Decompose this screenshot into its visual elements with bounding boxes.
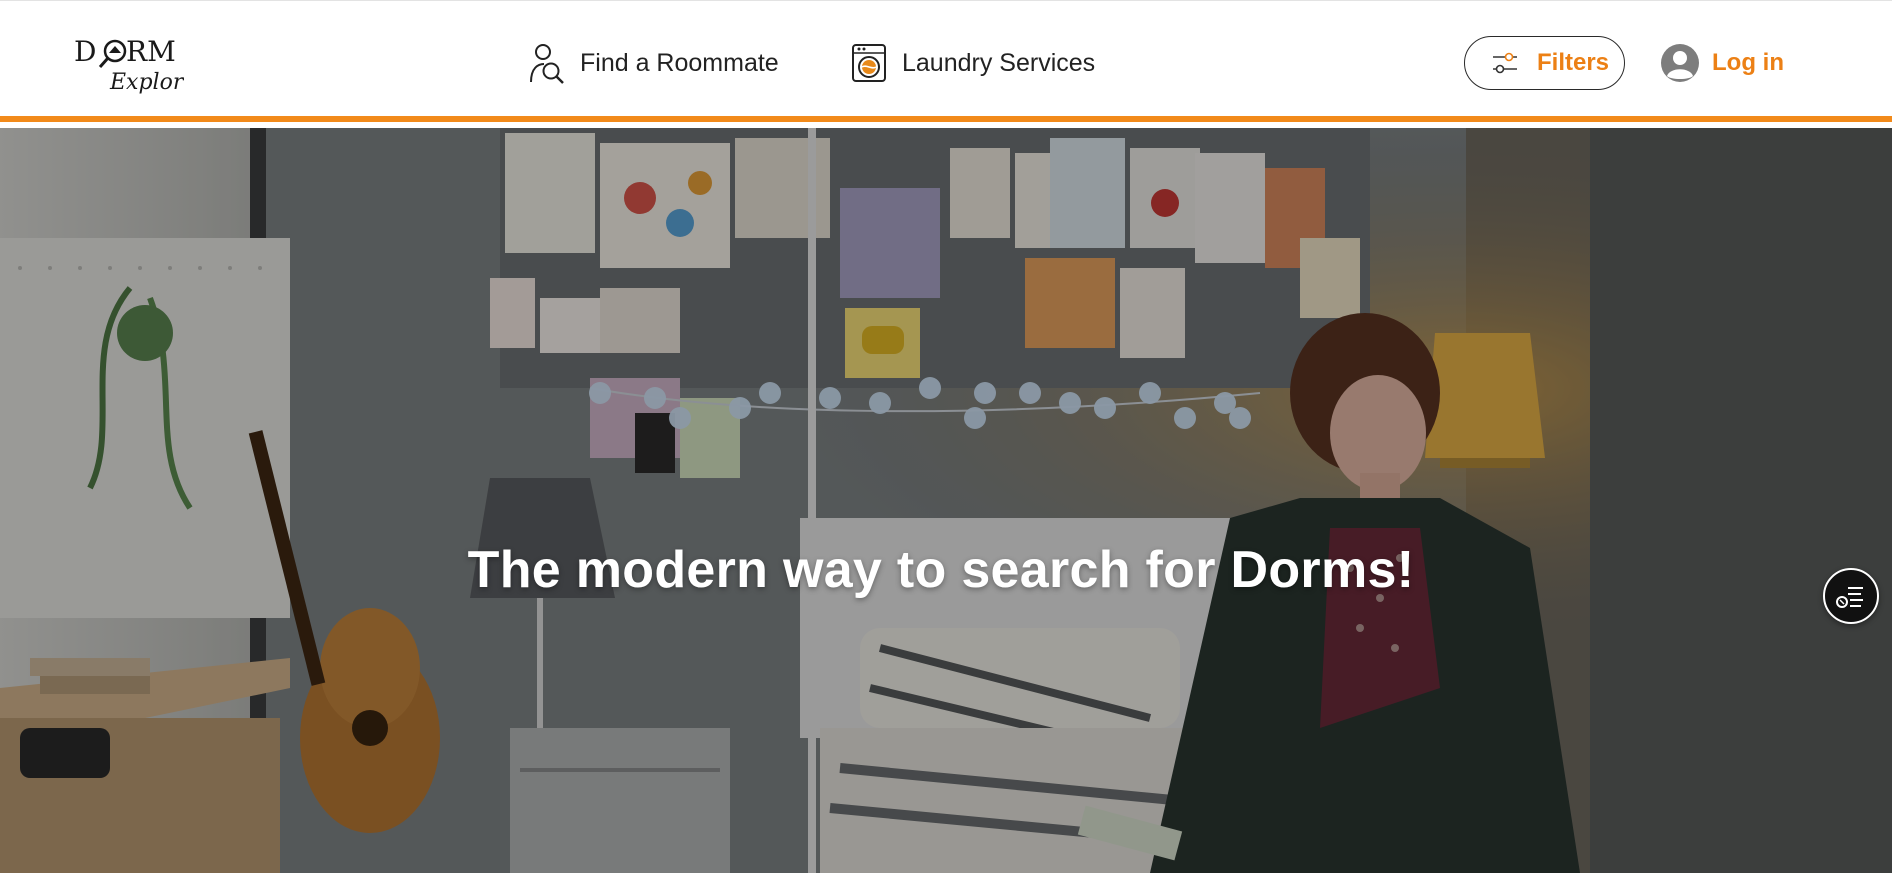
logo[interactable]: D RM Explorer [72,31,208,97]
svg-text:D: D [74,35,96,68]
filters-label: Filters [1537,49,1610,76]
user-avatar-icon [1660,43,1700,83]
nav-find-roommate[interactable]: Find a Roommate [528,39,779,87]
nav-laundry-services[interactable]: Laundry Services [850,39,1095,87]
nav-find-roommate-label: Find a Roommate [580,48,779,77]
filter-list-icon [1836,587,1863,608]
dorm-explorer-logo: D RM Explorer [74,35,208,95]
hero-title-wrap: The modern way to search for Dorms! [0,540,1892,600]
hero-title: The modern way to search for Dorms! [467,541,1415,599]
person-search-icon [528,40,566,86]
svg-text:Explorer: Explorer [109,70,184,95]
side-filter-button[interactable] [1823,568,1879,624]
site-header: D RM Explorer Find a Roommate [0,0,1892,122]
washing-machine-icon [850,40,888,86]
filters-button[interactable]: Filters [1464,36,1625,90]
page: D RM Explorer Find a Roommate [0,0,1892,873]
svg-text:RM: RM [126,35,176,68]
login-link[interactable]: Log in [1660,41,1784,85]
nav-laundry-services-label: Laundry Services [902,48,1096,77]
hero-section: The modern way to search for Dorms! [0,128,1892,873]
login-label: Log in [1712,49,1784,76]
sliders-icon [1489,48,1521,78]
hero-overlay [0,128,1892,873]
